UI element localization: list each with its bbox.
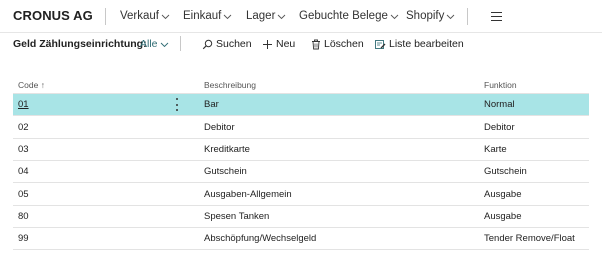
company-name[interactable]: CRONUS AG [13,8,93,23]
table-row[interactable]: 99 Abschöpfung/Wechselgeld Tender Remove… [13,228,589,250]
chevron-down-icon [161,14,170,19]
filter-label-text: Geld Zählungseinrichtung: [13,38,147,50]
menu-verkauf[interactable]: Verkauf [120,10,170,22]
filter-selector[interactable]: Alle [140,38,169,50]
row-function[interactable]: Gutschein [484,166,527,177]
table-row[interactable]: 01 Bar Normal [13,94,589,116]
column-header-code[interactable]: Code ↑ [18,80,45,90]
chevron-down-icon [224,14,232,19]
row-description[interactable]: Spesen Tanken [204,211,269,222]
table-row[interactable]: 05 Ausgaben-Allgemein Ausgabe [13,184,589,206]
search-button[interactable]: Suchen [202,38,252,50]
edit-list-icon [375,39,386,50]
row-description[interactable]: Gutschein [204,166,247,177]
menu-gebuchte-belege[interactable]: Gebuchte Belege [299,10,399,22]
row-code[interactable]: 05 [18,189,29,200]
menu-shopify[interactable]: Shopify [406,10,455,22]
table-row[interactable]: 03 Kreditkarte Karte [13,139,589,161]
edit-list-button[interactable]: Liste bearbeiten [375,38,464,50]
search-label: Suchen [216,38,252,50]
edit-list-label: Liste bearbeiten [389,38,464,50]
action-divider [180,36,181,51]
row-function[interactable]: Debitor [484,122,515,133]
row-function[interactable]: Ausgabe [484,211,522,222]
row-function[interactable]: Ausgabe [484,189,522,200]
hamburger-menu-icon[interactable] [491,12,502,21]
row-function[interactable]: Tender Remove/Float [484,233,575,244]
trash-icon [311,39,321,50]
column-header-function[interactable]: Funktion [484,80,517,90]
row-code[interactable]: 99 [18,233,29,244]
delete-button[interactable]: Löschen [311,38,364,50]
search-icon [202,39,213,50]
row-function[interactable]: Karte [484,144,507,155]
chevron-down-icon [278,14,286,19]
delete-label: Löschen [324,38,364,50]
menu-label: Lager [246,10,276,22]
row-code[interactable]: 02 [18,122,29,133]
row-code[interactable]: 04 [18,166,29,177]
menu-label: Gebuchte Belege [299,10,388,22]
row-code[interactable]: 80 [18,211,29,222]
column-header-description[interactable]: Beschreibung [204,80,256,90]
row-function[interactable]: Normal [484,99,515,110]
row-code[interactable]: 03 [18,144,29,155]
sort-ascending-icon: ↑ [40,80,45,90]
table-row[interactable]: 04 Gutschein Gutschein [13,161,589,183]
plus-icon [262,39,273,50]
chevron-down-icon [447,14,455,19]
menu-einkauf[interactable]: Einkauf [183,10,232,22]
top-navigation-bar: CRONUS AG Verkauf Einkauf Lager Gebuchte… [0,0,602,33]
new-button[interactable]: Neu [262,38,295,50]
menu-label: Verkauf [120,10,159,22]
nav-divider [467,8,468,25]
row-description[interactable]: Ausgaben-Allgemein [204,189,292,200]
menu-label: Einkauf [183,10,222,22]
column-header-code-label: Code [18,80,39,90]
new-label: Neu [276,38,296,50]
chevron-down-icon [160,42,168,47]
row-description[interactable]: Bar [204,99,219,110]
menu-label: Shopify [406,10,445,22]
row-description[interactable]: Abschöpfung/Wechselgeld [204,233,316,244]
menu-lager[interactable]: Lager [246,10,286,22]
row-actions-icon[interactable] [176,98,180,111]
nav-divider [105,8,106,25]
chevron-down-icon [390,14,399,19]
row-description[interactable]: Kreditkarte [204,144,250,155]
table-row[interactable]: 02 Debitor Debitor [13,117,589,139]
filter-value: Alle [140,38,158,50]
table-row[interactable]: 80 Spesen Tanken Ausgabe [13,206,589,228]
filter-label: Geld Zählungseinrichtung: [13,38,147,50]
row-description[interactable]: Debitor [204,122,235,133]
row-code[interactable]: 01 [18,99,29,110]
